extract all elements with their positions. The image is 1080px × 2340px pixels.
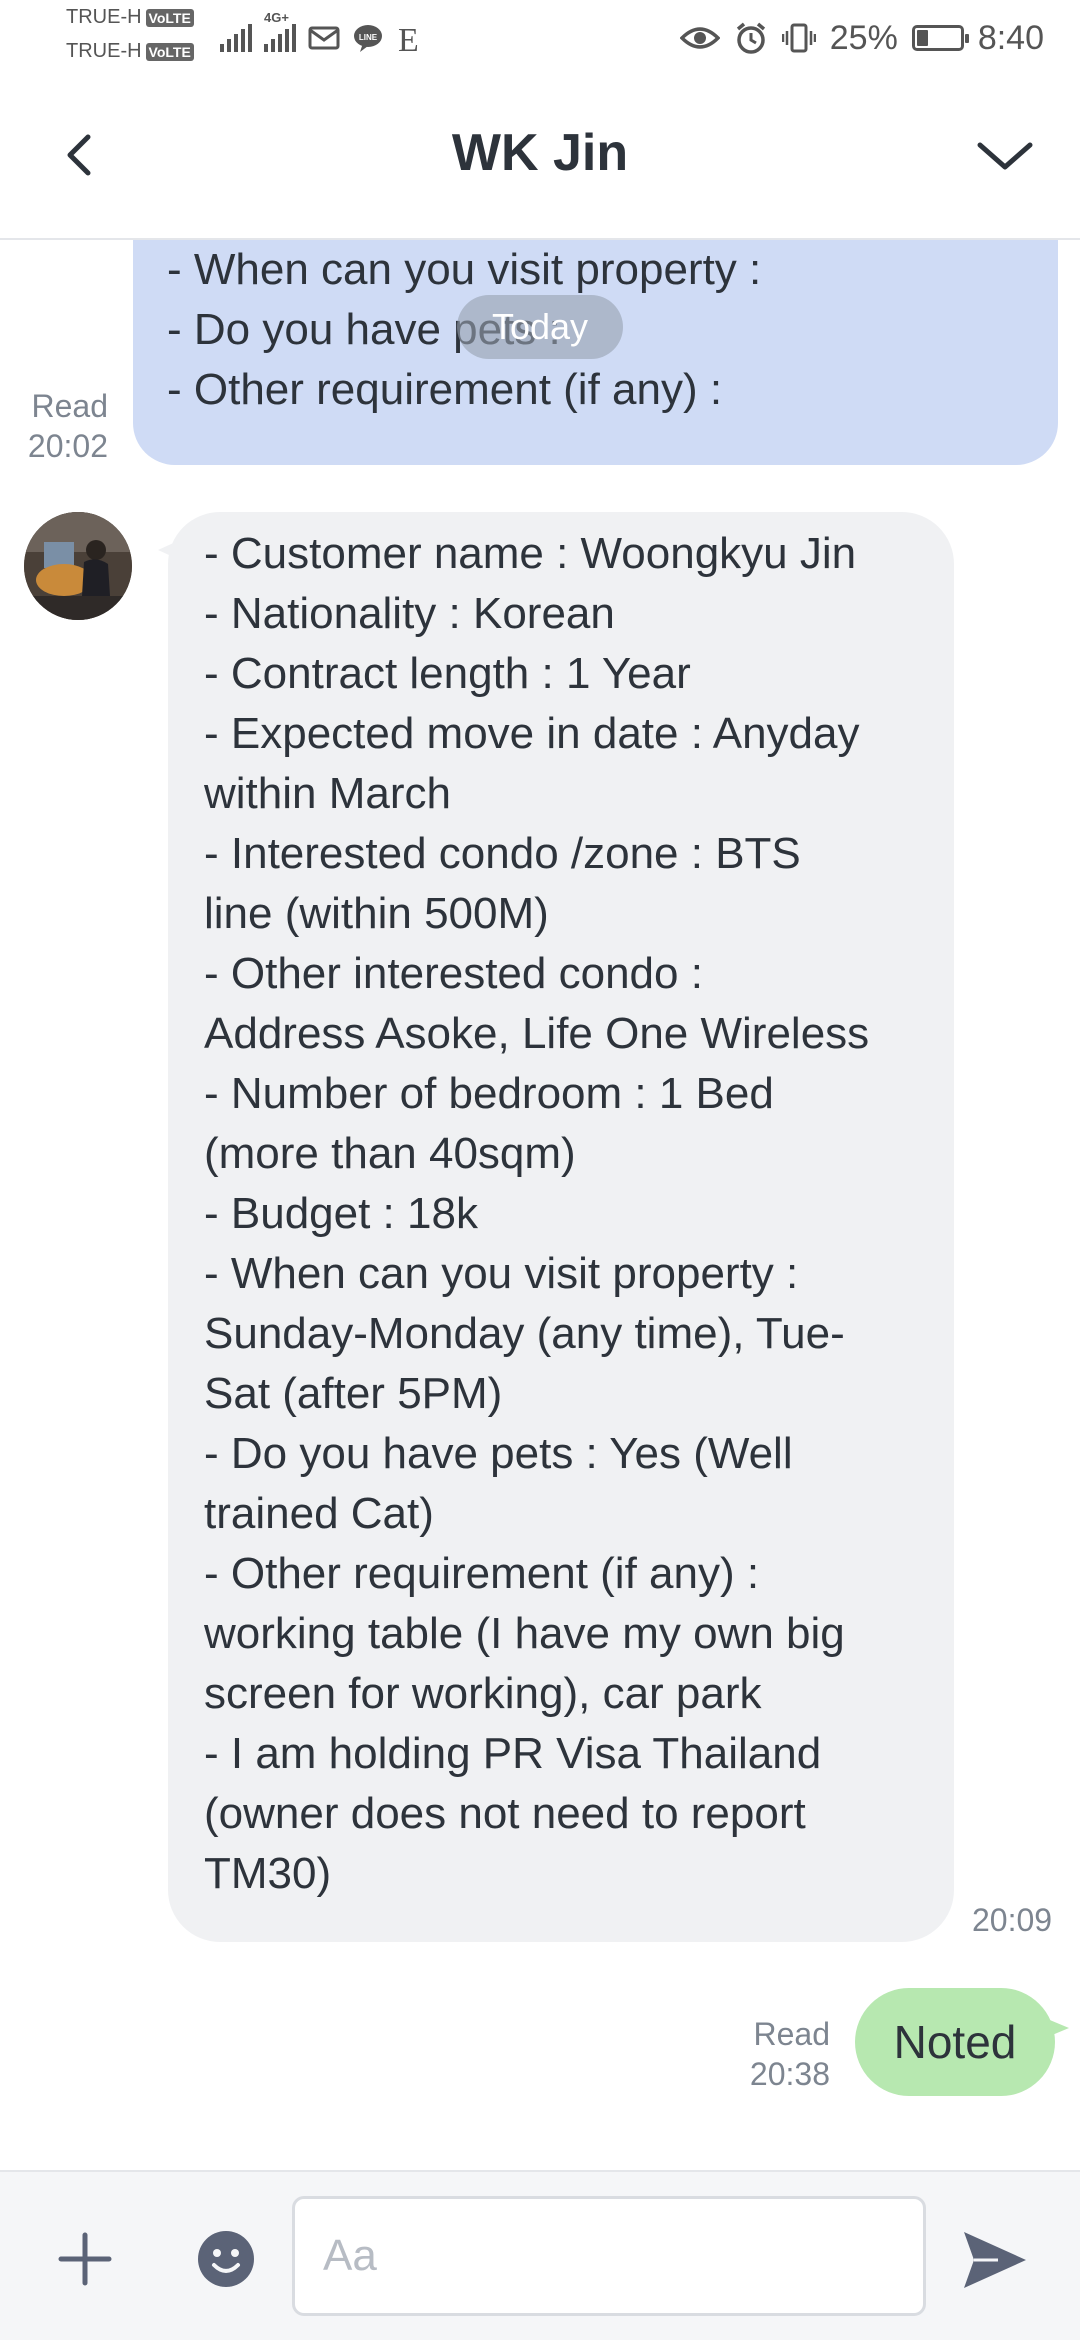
message-line: - When can you visit property : xyxy=(167,245,762,294)
message-line: working table (I have my own big xyxy=(204,1609,845,1658)
read-label: Read xyxy=(31,388,109,424)
date-separator: Today xyxy=(457,295,623,359)
message-line: - Contract length : 1 Year xyxy=(204,649,691,698)
alarm-icon xyxy=(736,22,765,54)
message-line: - When can you visit property : xyxy=(204,1249,799,1298)
emoji-icon[interactable] xyxy=(196,2229,256,2289)
vibrate-icon xyxy=(781,23,816,53)
message-line: Address Asoke, Life One Wireless xyxy=(204,1009,870,1058)
plus-icon[interactable] xyxy=(55,2229,115,2289)
mail-icon xyxy=(308,26,340,50)
message-line: - Number of bedroom : 1 Bed xyxy=(204,1069,774,1118)
chat-area[interactable]: Budget :- When can you visit property :-… xyxy=(0,240,1080,2170)
message-line: within March xyxy=(204,769,451,818)
send-icon[interactable] xyxy=(958,2224,1030,2296)
line-app-icon: LINE xyxy=(354,25,382,52)
network-type-label: 4G+ xyxy=(264,10,289,25)
message-line: (owner does not need to report xyxy=(204,1789,806,1838)
carrier-2-label: TRUE-H xyxy=(66,40,142,62)
avatar-image xyxy=(24,512,132,620)
incoming-message-bubble[interactable]: - Customer name : Woongkyu Jin - National… xyxy=(158,512,954,1942)
outgoing-message-noted[interactable]: Noted xyxy=(855,1988,1069,2096)
battery-percent: 25% xyxy=(829,18,898,57)
message-line: trained Cat) xyxy=(204,1489,434,1538)
battery-icon xyxy=(911,25,969,51)
message-line: (more than 40sqm) xyxy=(204,1129,576,1178)
message-line: Sunday-Monday (any time), Tue- xyxy=(204,1309,845,1358)
read-receipt-noted: Read 20:38 xyxy=(730,2014,830,2094)
chat-title: WK Jin xyxy=(451,124,629,182)
eye-icon xyxy=(679,27,720,49)
message-line: - Interested condo /zone : BTS xyxy=(204,829,801,878)
status-icons-left: 4G+ LINE E xyxy=(220,10,422,58)
signal-icon-1 xyxy=(220,24,252,52)
message-line: - Customer name : Woongkyu Jin xyxy=(204,529,857,578)
incoming-message-time: 20:09 xyxy=(972,1902,1053,1938)
message-line: - I am holding PR Visa Thailand xyxy=(204,1729,822,1778)
signal-icon-2: 4G+ xyxy=(264,10,296,52)
message-line: - Other requirement (if any) : xyxy=(204,1549,760,1598)
clock-time: 8:40 xyxy=(977,18,1044,57)
volte-badge-2: VoLTE xyxy=(145,42,194,61)
chat-header: WK Jin xyxy=(0,75,1080,240)
message-input-bar xyxy=(0,2170,1080,2340)
message-line: TM30) xyxy=(204,1849,332,1898)
volte-badge-1: VoLTE xyxy=(145,8,194,27)
carrier-1: TRUE-H VoLTE xyxy=(66,6,194,29)
message-time: 20:38 xyxy=(749,2056,830,2092)
message-input[interactable] xyxy=(292,2196,926,2316)
message-line: - Expected move in date : Anyday xyxy=(204,709,860,758)
read-label: Read xyxy=(753,2016,831,2052)
status-bar: TRUE-H VoLTE TRUE-H VoLTE 4G+ LINE E 25% 8… xyxy=(0,0,1080,75)
status-icons-right: 25% 8:40 xyxy=(679,14,1044,62)
message-line: - Budget : 18k xyxy=(204,1189,478,1238)
avatar[interactable] xyxy=(24,512,132,620)
message-time: 20:02 xyxy=(27,428,108,464)
carrier-2: TRUE-H VoLTE xyxy=(66,40,194,63)
e-notification-icon: E xyxy=(398,22,419,55)
message-line: - Nationality : Korean xyxy=(204,589,615,638)
chevron-down-icon[interactable] xyxy=(970,131,1040,181)
message-line: - Other requirement (if any) : xyxy=(167,365,723,414)
read-receipt: Read 20:02 xyxy=(16,386,108,466)
message-line: line (within 500M) xyxy=(204,889,549,938)
carrier-1-label: TRUE-H xyxy=(66,6,142,28)
svg-text:LINE: LINE xyxy=(359,33,378,42)
message-line: - Other interested condo : xyxy=(204,949,703,998)
svg-text:E: E xyxy=(398,22,419,55)
message-line: - Do you have pets : Yes (Well xyxy=(204,1429,793,1478)
message-line: Sat (after 5PM) xyxy=(204,1369,503,1418)
message-line: screen for working), car park xyxy=(204,1669,762,1718)
